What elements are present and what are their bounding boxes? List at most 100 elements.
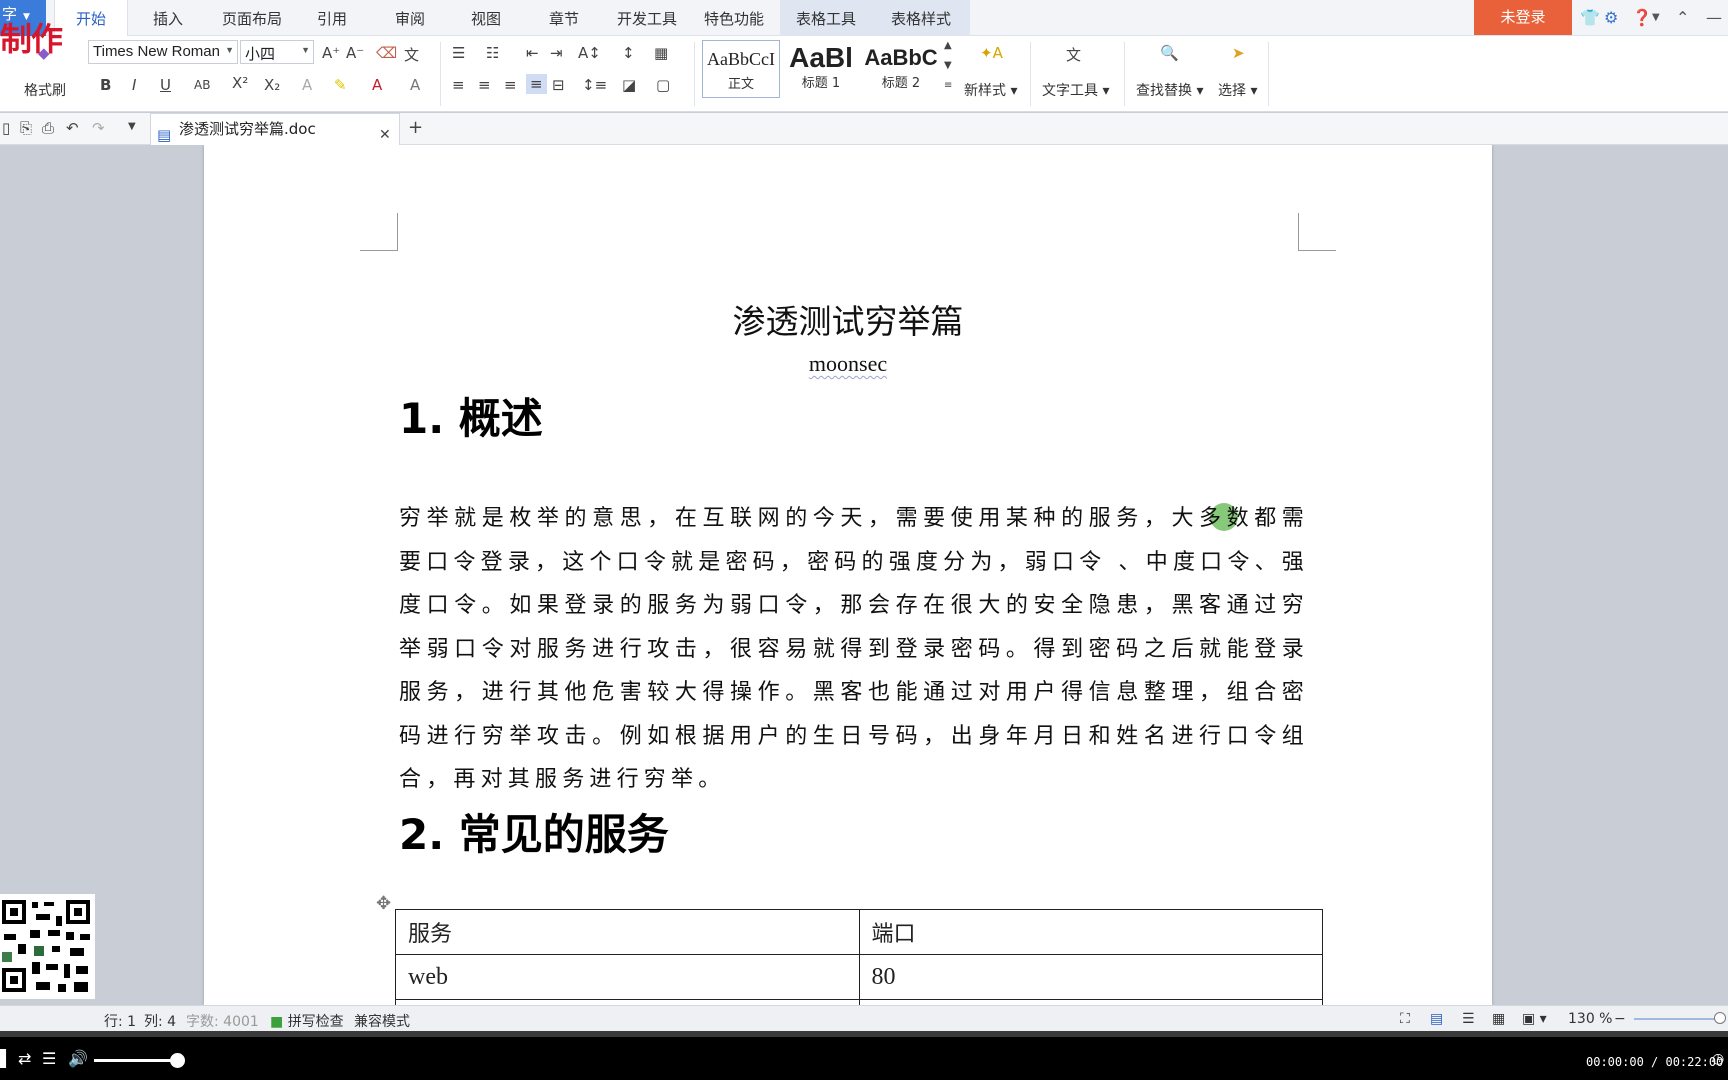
video-progress-bar[interactable] <box>0 1031 1728 1037</box>
outline-view-icon[interactable]: ☰ <box>1462 1011 1475 1027</box>
separator <box>1124 42 1125 106</box>
table-icon[interactable]: ▦ <box>654 44 668 62</box>
loop-icon[interactable]: ⇄ <box>18 1049 31 1068</box>
tab-review[interactable]: 审阅 <box>384 0 436 36</box>
font-name-select[interactable]: Times New Roman ▼ <box>88 40 238 64</box>
justify-icon[interactable]: ≡ <box>526 74 547 94</box>
underline-icon[interactable]: U <box>160 76 171 94</box>
chevron-down-icon[interactable]: ▼ <box>128 121 136 132</box>
shrink-font-icon[interactable]: A⁻ <box>346 44 364 62</box>
volume-slider[interactable] <box>94 1059 178 1062</box>
new-style-button[interactable]: 新样式 ▾ <box>964 80 1017 100</box>
column-indicator: 列: 4 <box>144 1014 177 1030</box>
tab-table-tools[interactable]: 表格工具 <box>780 0 872 36</box>
sort-icon[interactable]: ↕ <box>622 44 635 62</box>
zoom-slider-thumb[interactable] <box>1714 1012 1726 1024</box>
style-normal[interactable]: AaBbCcI 正文 <box>702 40 780 98</box>
share-icon[interactable]: ⚙ <box>1604 8 1618 27</box>
chevron-down-icon: ▼ <box>225 45 234 55</box>
chevron-down-icon[interactable]: ▼ <box>1652 12 1660 23</box>
superscript-icon[interactable]: X² <box>232 74 248 92</box>
table-move-handle-icon[interactable]: ✥ <box>376 893 391 914</box>
select-button[interactable]: 选择 ▾ <box>1218 80 1257 100</box>
style-heading-1[interactable]: AaBl 标题 1 <box>782 40 860 98</box>
table-cell[interactable]: 80 <box>858 954 1323 1000</box>
tab-references[interactable]: 引用 <box>306 0 358 36</box>
tab-home[interactable]: 开始 <box>54 0 128 37</box>
undo-icon[interactable]: ↶ <box>66 119 79 137</box>
align-left-icon[interactable]: ≡ <box>452 76 465 94</box>
collapse-ribbon-icon[interactable]: ⌃ <box>1676 8 1689 27</box>
word-count[interactable]: 字数: 4001 <box>186 1011 259 1031</box>
tab-developer[interactable]: 开发工具 <box>612 0 682 36</box>
tab-insert[interactable]: 插入 <box>140 0 196 36</box>
text-effect-icon[interactable]: A <box>302 76 312 94</box>
line-spacing-icon[interactable]: ↕≡ <box>582 76 607 94</box>
print-preview-icon[interactable]: ⎙ <box>42 119 54 137</box>
status-bar: 行: 1 列: 4 字数: 4001 ■ 拼写检查 兼容模式 ⛶ ▤ ☰ ▦ ▣… <box>0 1005 1728 1031</box>
border-icon[interactable]: ▢ <box>656 76 670 94</box>
scroll-up-icon[interactable]: ▲ <box>944 40 952 51</box>
grow-font-icon[interactable]: A⁺ <box>322 44 340 62</box>
style-heading-2[interactable]: AaBbC 标题 2 <box>862 40 940 98</box>
text-tools-button[interactable]: 文字工具 ▾ <box>1042 80 1109 100</box>
tab-page-layout[interactable]: 页面布局 <box>212 0 292 36</box>
table-header-cell[interactable]: 服务 <box>395 909 860 955</box>
strikethrough-icon[interactable]: AB <box>194 78 210 92</box>
minimize-icon[interactable]: — <box>1706 8 1722 27</box>
tab-features[interactable]: 特色功能 <box>698 0 770 36</box>
document-page[interactable]: 渗透测试穷举篇 moonsec 1. 概述 穷举就是枚举的意思，在互联网的今天，… <box>204 145 1492 1005</box>
document-area[interactable]: 渗透测试穷举篇 moonsec 1. 概述 穷举就是枚举的意思，在互联网的今天，… <box>0 145 1728 1005</box>
playlist-icon[interactable]: ☰ <box>42 1049 56 1068</box>
decrease-indent-icon[interactable]: ⇤ <box>526 44 539 62</box>
format-painter-button[interactable]: 格式刷 <box>24 80 66 100</box>
fullscreen-icon[interactable]: ⛶ <box>1400 1011 1410 1027</box>
reading-view-icon[interactable]: ▣ ▾ <box>1522 1011 1547 1027</box>
page-view-icon[interactable]: ▤ <box>1430 1011 1443 1027</box>
spell-check-toggle[interactable]: ■ 拼写检查 <box>270 1011 344 1031</box>
skin-icon[interactable]: 👕 <box>1580 8 1600 27</box>
shading-icon[interactable]: ◪ <box>622 76 636 94</box>
char-shading-icon[interactable]: A <box>410 76 420 94</box>
align-center-icon[interactable]: ≡ <box>478 76 491 94</box>
highlight-icon[interactable]: ✎ <box>334 76 347 94</box>
text-direction-icon[interactable]: A↕ <box>578 44 601 62</box>
play-icon[interactable]: ▌ <box>0 1049 12 1068</box>
font-size-select[interactable]: 小四 ▼ <box>240 40 314 64</box>
document-tab-row: ▯ ⎘ ⎙ ↶ ↷ ▼ ▤ 渗透测试穷举篇.doc ✕ + <box>0 113 1728 145</box>
more-styles-icon[interactable]: ≡ <box>944 80 952 91</box>
tab-chapter[interactable]: 章节 <box>538 0 590 36</box>
distribute-icon[interactable]: ⊟ <box>552 76 565 94</box>
table-cell[interactable]: web <box>395 954 860 1000</box>
document-tab[interactable]: ▤ 渗透测试穷举篇.doc ✕ <box>150 113 400 145</box>
services-table[interactable]: 服务 端口 web 80 <box>395 909 1323 1005</box>
help-icon[interactable]: ❓ <box>1632 8 1652 27</box>
zoom-slider[interactable] <box>1634 1018 1722 1020</box>
volume-icon[interactable]: 🔊 <box>68 1049 88 1068</box>
zoom-out-icon[interactable]: − <box>1614 1011 1626 1027</box>
scroll-down-icon[interactable]: ▼ <box>944 60 952 71</box>
export-icon[interactable]: ⎘ <box>20 119 32 137</box>
phonetic-icon[interactable]: 文 <box>404 44 419 65</box>
find-replace-button[interactable]: 查找替换 ▾ <box>1136 80 1203 100</box>
volume-slider-thumb[interactable] <box>170 1053 185 1068</box>
align-right-icon[interactable]: ≡ <box>504 76 517 94</box>
font-color-icon[interactable]: A <box>372 76 382 94</box>
italic-icon[interactable]: I <box>132 76 136 94</box>
new-tab-icon[interactable]: + <box>408 117 423 138</box>
clear-format-icon[interactable]: ⌫ <box>376 44 397 62</box>
tab-view[interactable]: 视图 <box>460 0 512 36</box>
numbered-list-icon[interactable]: ☷ <box>486 44 499 62</box>
subscript-icon[interactable]: X₂ <box>264 76 280 94</box>
login-button[interactable]: 未登录 <box>1474 0 1572 35</box>
bold-icon[interactable]: B <box>100 76 111 94</box>
zoom-level[interactable]: 130 % <box>1568 1011 1612 1027</box>
redo-icon[interactable]: ↷ <box>92 119 105 137</box>
table-header-cell[interactable]: 端口 <box>858 909 1323 955</box>
increase-indent-icon[interactable]: ⇥ <box>550 44 563 62</box>
save-icon[interactable]: ▯ <box>2 119 10 137</box>
clock-icon[interactable]: ◷ <box>1712 1051 1724 1067</box>
web-view-icon[interactable]: ▦ <box>1492 1011 1505 1027</box>
tab-table-style[interactable]: 表格样式 <box>872 0 970 36</box>
bullet-list-icon[interactable]: ☰ <box>452 44 465 62</box>
